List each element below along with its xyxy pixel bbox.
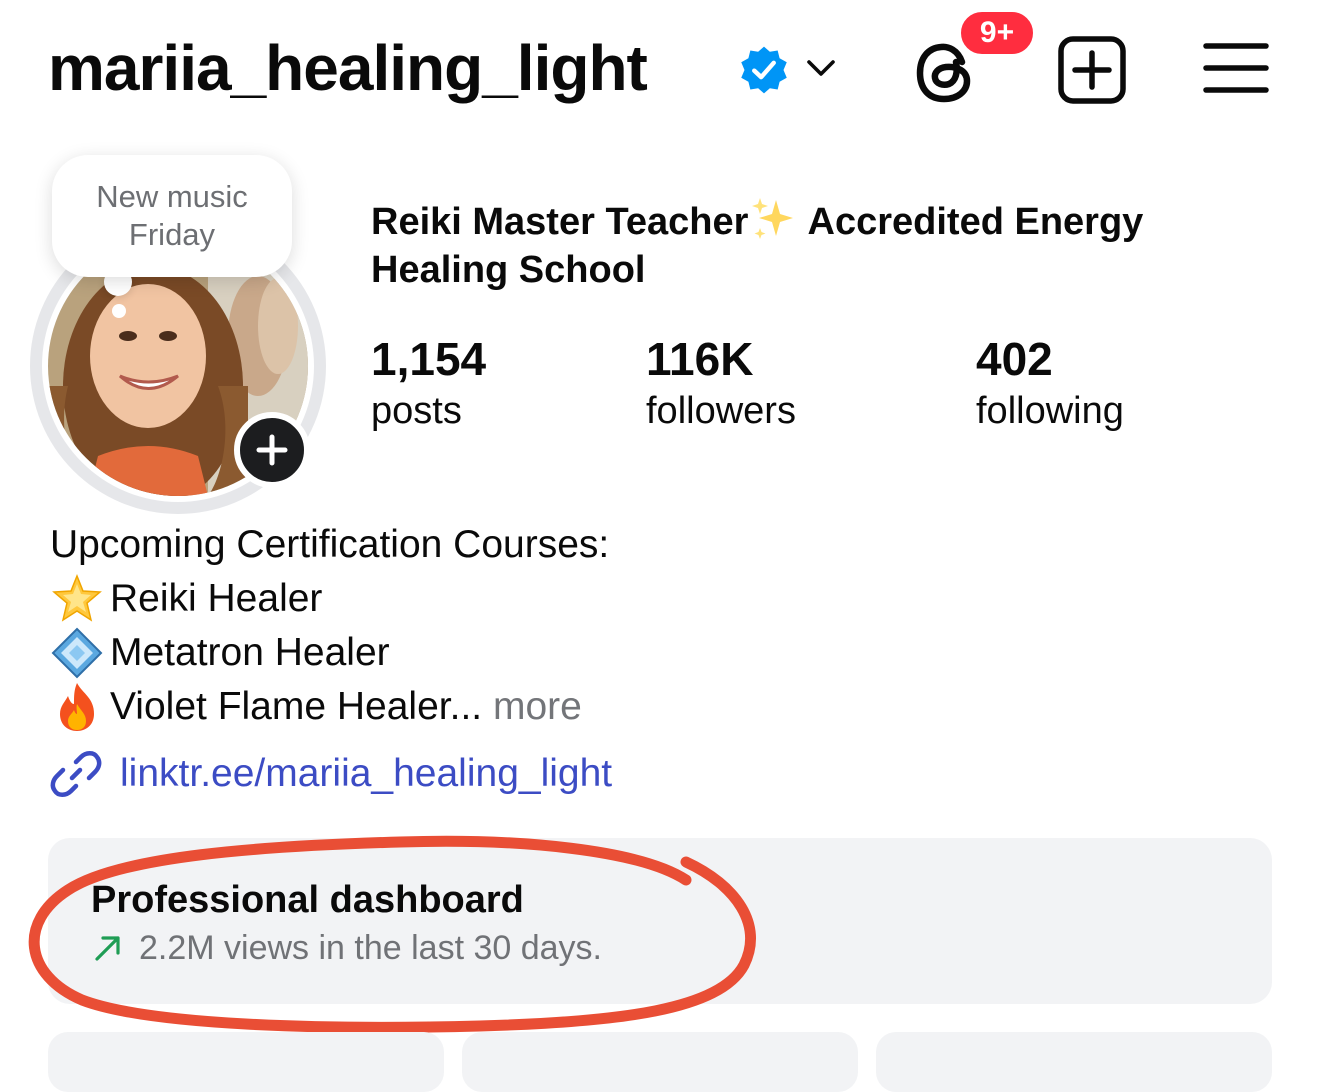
posts-label: posts <box>371 390 462 432</box>
sparkles-emoji <box>752 198 794 239</box>
following-count: 402 <box>976 333 1053 385</box>
following-label: following <box>976 390 1124 432</box>
dashboard-title: Professional dashboard <box>91 879 524 921</box>
bio-item-text: Reiki Healer <box>110 577 323 620</box>
profile-link-text: linktr.ee/mariia_healing_light <box>120 752 613 795</box>
profile-link[interactable]: linktr.ee/mariia_healing_light <box>48 746 612 802</box>
notification-badge: 9+ <box>957 8 1037 58</box>
note-bubble[interactable]: New music Friday <box>52 155 292 277</box>
stat-followers[interactable]: 116K followers <box>646 332 796 436</box>
glowing-star-emoji <box>52 573 102 622</box>
bio: Upcoming Certification Courses: Reiki He… <box>50 518 609 734</box>
dashboard-subtitle: 2.2M views in the last 30 days. <box>91 926 602 970</box>
bio-item: Violet Flame Healer... more <box>50 680 609 734</box>
followers-label: followers <box>646 390 796 432</box>
note-bubble-tail-small <box>112 304 126 318</box>
dashboard-views-text: 2.2M views in the last 30 days. <box>139 929 603 967</box>
bottom-button-3[interactable] <box>876 1032 1272 1092</box>
bio-item: Metatron Healer <box>50 626 609 680</box>
stat-posts[interactable]: 1,154 posts <box>371 332 486 436</box>
username[interactable]: mariia_healing_light <box>48 28 648 108</box>
link-icon <box>50 751 102 797</box>
chevron-down-icon[interactable] <box>803 54 839 82</box>
bio-heading: Upcoming Certification Courses: <box>50 523 610 566</box>
followers-count: 116K <box>646 333 754 385</box>
note-line1: New music <box>96 179 248 214</box>
add-story-button[interactable] <box>234 412 310 488</box>
bottom-button-1[interactable] <box>48 1032 444 1092</box>
trend-up-arrow-icon <box>95 936 120 961</box>
posts-count: 1,154 <box>371 333 487 385</box>
bio-more-link[interactable]: more <box>493 680 582 734</box>
bottom-button-2[interactable] <box>462 1032 858 1092</box>
stat-following[interactable]: 402 following <box>976 332 1124 436</box>
title-part1: Reiki Master Teacher <box>371 201 749 243</box>
plus-icon <box>256 434 288 466</box>
hamburger-menu-icon[interactable] <box>1202 40 1270 96</box>
diamond-shape-emoji <box>51 627 103 679</box>
bio-item-text: Metatron Healer <box>110 631 390 674</box>
bio-item: Reiki Healer <box>50 572 609 626</box>
plus-square-icon[interactable] <box>1056 34 1128 106</box>
note-line2: Friday <box>128 217 216 252</box>
profile-category-title: Reiki Master Teacher Accredited Energy H… <box>371 196 1271 294</box>
fire-emoji <box>60 683 94 731</box>
bio-item-text: Violet Flame Healer... <box>110 685 483 728</box>
verified-badge-icon <box>741 46 787 94</box>
